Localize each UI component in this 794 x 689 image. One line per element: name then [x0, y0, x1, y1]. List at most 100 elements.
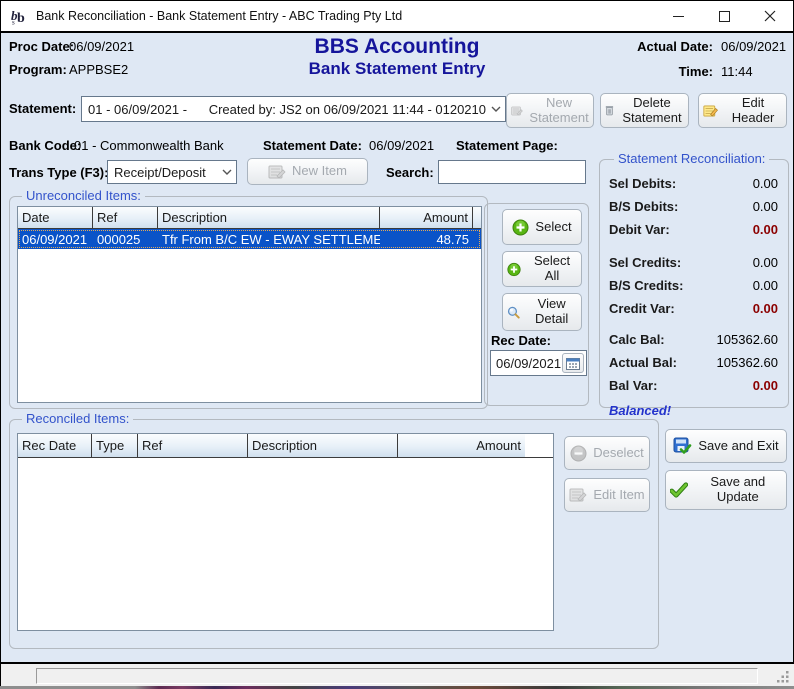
reconciled-items-table: Rec Date Type Ref Description Amount	[17, 433, 554, 631]
reconciled-table-header: Rec Date Type Ref Description Amount	[18, 434, 553, 458]
column-header-type[interactable]: Type	[92, 434, 138, 457]
svg-text:s: s	[12, 19, 15, 26]
statement-combobox-value: 01 - 06/09/2021 - Created by: JS2 on 06/…	[82, 102, 487, 117]
column-header-description[interactable]: Description	[248, 434, 398, 457]
save-and-update-label: Save and Update	[694, 475, 782, 504]
balanced-status: Balanced!	[600, 397, 788, 418]
table-row[interactable]: 06/09/2021 000025 Tfr From B/C EW - EWAY…	[18, 229, 481, 249]
unreconciled-table-header: Date Ref Description Amount	[18, 207, 481, 229]
calc-bal-value: 105362.60	[717, 332, 778, 347]
credit-var-value: 0.00	[753, 301, 778, 316]
delete-statement-button[interactable]: Delete Statement	[600, 93, 689, 128]
rec-date-label: Rec Date:	[491, 333, 551, 348]
bank-code-label: Bank Code:	[9, 138, 81, 153]
minimize-button[interactable]	[655, 1, 701, 31]
view-detail-button[interactable]: View Detail	[502, 293, 582, 331]
edit-item-button[interactable]: Edit Item	[564, 478, 650, 512]
unreconciled-items-table: Date Ref Description Amount 06/09/2021 0…	[17, 206, 482, 403]
minimize-icon	[673, 16, 684, 17]
search-input[interactable]	[438, 160, 586, 184]
delete-statement-label: Delete Statement	[620, 96, 684, 125]
title-bar: b b s Bank Reconciliation - Bank Stateme…	[1, 1, 793, 31]
plus-circle-icon	[512, 219, 529, 236]
close-icon	[764, 10, 776, 22]
column-header-description[interactable]: Description	[158, 207, 380, 228]
chevron-down-icon	[487, 106, 505, 112]
application-window: b b s Bank Reconciliation - Bank Stateme…	[0, 0, 794, 689]
new-item-button[interactable]: New Item	[247, 158, 368, 185]
trans-type-combobox[interactable]: Receipt/Deposit	[107, 160, 237, 184]
deselect-button[interactable]: Deselect	[564, 436, 650, 470]
save-and-update-button[interactable]: Save and Update	[665, 470, 787, 510]
status-bar	[1, 664, 794, 687]
chevron-down-icon	[218, 169, 236, 175]
trash-bin-icon	[605, 102, 614, 119]
bal-var-label: Bal Var:	[609, 378, 657, 393]
note-pencil-icon	[268, 164, 286, 180]
new-statement-label: New Statement	[529, 96, 589, 125]
edit-header-label: Edit Header	[724, 96, 782, 125]
statement-reconciliation-group: Statement Reconciliation: Sel Debits: 0.…	[599, 159, 789, 408]
deselect-label: Deselect	[593, 446, 644, 461]
column-header-rec-date[interactable]: Rec Date	[18, 434, 92, 457]
plus-circle-icon	[507, 262, 521, 277]
trans-type-label: Trans Type (F3):	[9, 165, 108, 180]
select-button[interactable]: Select	[502, 209, 582, 245]
column-header-ref[interactable]: Ref	[93, 207, 158, 228]
column-header-amount[interactable]: Amount	[380, 207, 473, 228]
statement-date-label: Statement Date:	[263, 138, 362, 153]
bs-debits-label: B/S Debits:	[609, 199, 678, 214]
calendar-button[interactable]	[562, 353, 584, 373]
rec-date-field[interactable]: 06/09/2021	[490, 350, 587, 376]
edit-header-button[interactable]: Edit Header	[698, 93, 787, 128]
view-detail-label: View Detail	[526, 297, 577, 326]
cell-date: 06/09/2021	[18, 232, 93, 247]
new-statement-button[interactable]: New Statement	[506, 93, 594, 128]
actual-bal-row: Actual Bal: 105362.60	[600, 351, 788, 374]
column-header-ref[interactable]: Ref	[138, 434, 248, 457]
bs-debits-row: B/S Debits: 0.00	[600, 195, 788, 218]
rec-date-value: 06/09/2021	[491, 356, 562, 371]
time-value: 11:44	[721, 64, 753, 79]
calc-bal-row: Calc Bal: 105362.60	[600, 328, 788, 351]
bank-code-value: 01 - Commonwealth Bank	[74, 138, 224, 153]
note-pencil-icon	[569, 487, 587, 503]
sel-credits-row: Sel Credits: 0.00	[600, 251, 788, 274]
trans-type-value: Receipt/Deposit	[108, 165, 218, 180]
titlebar-separator	[1, 31, 793, 33]
credit-var-row: Credit Var: 0.00	[600, 297, 788, 320]
edit-note-icon	[703, 103, 718, 119]
status-message-panel	[36, 668, 758, 684]
select-all-button[interactable]: Select All	[502, 251, 582, 287]
debit-var-row: Debit Var: 0.00	[600, 218, 788, 241]
statement-reconciliation-title: Statement Reconciliation:	[614, 151, 769, 166]
calendar-icon	[566, 357, 580, 370]
column-header-date[interactable]: Date	[18, 207, 93, 228]
window-title: Bank Reconciliation - Bank Statement Ent…	[36, 9, 402, 23]
column-header-amount[interactable]: Amount	[398, 434, 525, 457]
save-and-exit-button[interactable]: Save and Exit	[665, 429, 787, 463]
debit-var-label: Debit Var:	[609, 222, 670, 237]
bs-credits-label: B/S Credits:	[609, 278, 683, 293]
cell-description: Tfr From B/C EW - EWAY SETTLEME...	[158, 232, 380, 247]
maximize-button[interactable]	[701, 1, 747, 31]
column-header-filler	[473, 207, 481, 228]
actual-date-value: 06/09/2021	[721, 39, 786, 54]
statement-page-label: Statement Page:	[456, 138, 558, 153]
sel-debits-label: Sel Debits:	[609, 176, 676, 191]
statement-combobox[interactable]: 01 - 06/09/2021 - Created by: JS2 on 06/…	[81, 96, 506, 122]
sel-debits-value: 0.00	[753, 176, 778, 191]
save-and-exit-label: Save and Exit	[698, 439, 778, 454]
maximize-icon	[719, 11, 730, 22]
app-icon: b b s	[10, 7, 28, 25]
resize-grip[interactable]	[776, 669, 790, 683]
close-button[interactable]	[747, 1, 793, 31]
edit-item-label: Edit Item	[593, 488, 644, 503]
statement-label: Statement:	[9, 101, 76, 116]
unreconciled-items-title: Unreconciled Items:	[22, 188, 145, 203]
search-label: Search:	[386, 165, 434, 180]
window-frame: b b s Bank Reconciliation - Bank Stateme…	[0, 0, 794, 686]
actual-bal-label: Actual Bal:	[609, 355, 677, 370]
magnifier-icon	[507, 304, 520, 321]
reconciled-items-title: Reconciled Items:	[22, 411, 133, 426]
